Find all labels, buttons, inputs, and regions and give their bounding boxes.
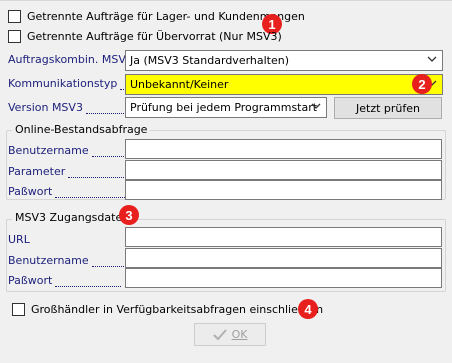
auftragskombi-value: Ja (MSV3 Standardverhalten) [130,54,290,67]
chevron-down-icon [427,56,437,62]
separate-orders-stock-checkbox[interactable]: Getrennte Aufträge für Lager- und Kunden… [8,8,305,24]
online-password-input[interactable] [125,180,442,200]
wholesaler-availability-checkbox[interactable]: Großhändler in Verfügbarkeitsabfragen ei… [12,301,323,317]
online-password-label: Paßwort [8,185,126,198]
ok-button[interactable]: OK [194,323,266,346]
kommunikationstyp-select[interactable]: Unbekannt/Keiner [125,74,443,95]
online-parameter-label: Parameter [8,165,125,178]
checkbox-label: Getrennte Aufträge für Übervorrat (Nur M… [27,29,282,43]
callout-badge-3: 3 [119,205,139,225]
version-value: Prüfung bei jedem Programmstart [130,101,318,114]
auftragskombi-select[interactable]: Ja (MSV3 Standardverhalten) [125,50,443,71]
checkbox-box[interactable] [8,9,21,23]
checkbox-box[interactable] [8,29,21,43]
ok-button-label: OK [231,328,248,341]
checkbox-label: Großhändler in Verfügbarkeitsabfragen ei… [31,302,324,316]
version-select[interactable]: Prüfung bei jedem Programmstart [125,97,327,118]
version-label: Version MSV3 [8,101,124,114]
check-now-button[interactable]: Jetzt prüfen [334,97,442,119]
window-border [0,0,452,1]
kommunikationstyp-label: Kommunikationstyp [8,77,145,90]
checkmark-icon [212,328,227,340]
callout-badge-4: 4 [298,299,318,319]
online-username-input[interactable] [125,139,442,159]
msv3-url-input[interactable] [125,227,442,247]
msv3-group-title: MSV3 Zugangsdaten [12,211,133,224]
msv3-password-label: Paßwort [8,274,122,287]
msv3-password-input[interactable] [125,268,442,288]
callout-badge-2: 2 [412,74,432,94]
online-parameter-input[interactable] [125,160,442,180]
msv3-username-label: Benutzername [8,254,126,267]
msv3-url-label: URL [8,233,30,246]
online-username-label: Benutzername [8,144,130,157]
chevron-down-icon [311,103,321,109]
online-group-title: Online-Bestandsabfrage [12,123,151,136]
checkbox-box[interactable] [12,302,25,316]
separate-orders-overstock-checkbox[interactable]: Getrennte Aufträge für Übervorrat (Nur M… [8,28,282,44]
auftragskombi-label: Auftragskombin. MSV3 [8,53,133,66]
msv3-username-input[interactable] [125,248,442,268]
kommunikationstyp-value: Unbekannt/Keiner [130,78,229,91]
